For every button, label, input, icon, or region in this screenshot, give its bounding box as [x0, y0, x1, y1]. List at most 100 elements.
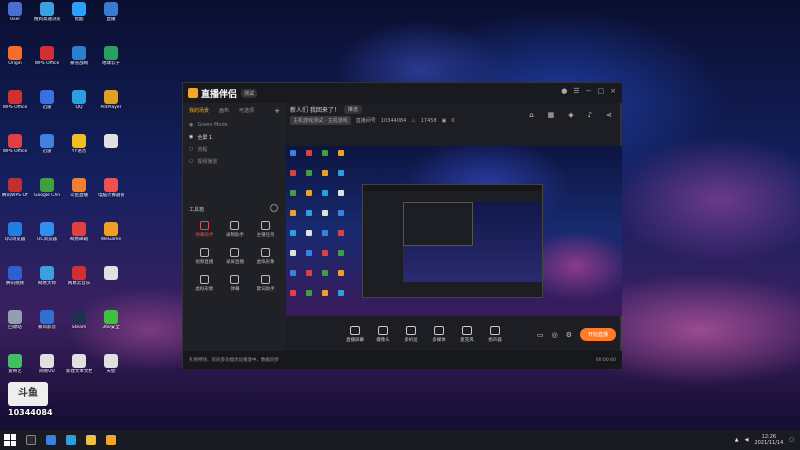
desktop-shortcut[interactable]: 电脑计算器管家	[98, 178, 124, 198]
tab-options[interactable]: 可选项	[239, 107, 254, 115]
desktop-shortcut[interactable]: 迅雷	[34, 90, 60, 110]
desktop-shortcut[interactable]: WeGame	[98, 222, 124, 242]
desktop-shortcut[interactable]: 网易UU	[34, 354, 60, 374]
version-badge[interactable]: 测试	[241, 88, 258, 98]
close-icon[interactable]: ×	[610, 87, 616, 95]
desktop-shortcut[interactable]: WPS Office	[2, 90, 28, 110]
desktop-shortcut[interactable]: Origin	[2, 46, 28, 66]
source-button[interactable]: 麦克风	[454, 326, 480, 343]
desktop-shortcut[interactable]: 优酷	[66, 2, 92, 22]
toolbox-item[interactable]: 录屏直播	[220, 248, 251, 265]
scene-item[interactable]: ◉ Green Mode	[183, 119, 286, 131]
eye-icon[interactable]: ◉	[189, 134, 193, 140]
status-time: 00:00:00	[595, 357, 616, 363]
source-button[interactable]: 多机位	[398, 326, 424, 343]
scene-item[interactable]: ○ 视频播放	[183, 155, 286, 167]
minimize-icon[interactable]: −	[586, 87, 592, 95]
tab-scenes[interactable]: 我的场景	[189, 107, 209, 115]
calendar-icon[interactable]: ▦	[548, 111, 555, 119]
scene-item[interactable]: ○ 流程	[183, 143, 286, 155]
maximize-icon[interactable]: □	[598, 87, 605, 95]
eye-icon[interactable]: ◉	[189, 122, 193, 128]
toolbox-item[interactable]: 弹幕助手	[189, 221, 220, 238]
toolbox-more-icon[interactable]	[270, 204, 278, 212]
source-button[interactable]: 多媒体	[426, 326, 452, 343]
scene-label: 全屏 1	[197, 134, 213, 141]
room-tag[interactable]: 推流	[343, 105, 362, 114]
live-companion-taskbar-icon[interactable]	[106, 435, 116, 445]
search-icon[interactable]	[26, 435, 36, 445]
volume-icon[interactable]: ◀	[745, 437, 749, 443]
app-icon	[104, 310, 118, 324]
user-avatar-icon[interactable]: ●	[561, 87, 567, 95]
preview-desktop-icon	[322, 290, 328, 296]
notification-icon[interactable]: ▢	[789, 437, 794, 443]
start-live-button[interactable]: 开始直播	[579, 328, 616, 341]
settings-icon[interactable]: ⚙	[566, 331, 572, 339]
desktop-shortcut[interactable]: QQ	[66, 90, 92, 110]
source-button[interactable]: 摄像头	[370, 326, 396, 343]
desktop-shortcut[interactable]: Google Chrome	[34, 178, 60, 198]
tab-canvas[interactable]: 画布	[219, 107, 229, 115]
desktop-shortcut[interactable]: 暴雪战网	[66, 46, 92, 66]
shield-icon[interactable]: ◈	[568, 111, 573, 119]
room-title[interactable]: 新人们 我回来了！	[290, 105, 340, 114]
tool-label: 弹幕助手	[195, 233, 214, 238]
desktop-shortcut[interactable]: 爱奇艺	[2, 354, 28, 374]
desktop-shortcut[interactable]: 网易大师	[34, 266, 60, 286]
toolbox-item[interactable]: 歌词助手	[250, 275, 281, 292]
source-button[interactable]: 直播屏幕	[342, 326, 368, 343]
edge-icon[interactable]	[66, 435, 76, 445]
folder-icon[interactable]	[86, 435, 96, 445]
menu-icon[interactable]: ☰	[573, 87, 579, 95]
desktop-shortcut[interactable]: 腾讯WPS Office	[2, 178, 28, 198]
room-category[interactable]: 主机游戏测试 · 主机游戏	[290, 116, 351, 125]
eye-icon[interactable]: ◎	[552, 331, 558, 339]
gift-icon[interactable]: ⌂	[529, 111, 533, 119]
desktop-shortcut[interactable]: 网易云音乐	[66, 266, 92, 286]
desktop-shortcut[interactable]: WPS Office	[34, 46, 60, 66]
desktop-shortcut[interactable]: 360安全	[98, 310, 124, 330]
desktop-shortcut[interactable]	[98, 266, 124, 281]
source-button[interactable]: 扬声器	[482, 326, 508, 343]
desktop-shortcut[interactable]: QQ浏览器	[2, 222, 28, 242]
source-label: 多媒体	[432, 338, 446, 343]
desktop-shortcut[interactable]: 暴风影音	[34, 310, 60, 330]
toolbox-item[interactable]: 虚拟形象	[189, 275, 220, 292]
clock[interactable]: 12:26 2021/11/14	[754, 434, 783, 446]
toolbox-item[interactable]: 虚拟形象	[250, 248, 281, 265]
toolbox-item[interactable]: 录制助手	[220, 221, 251, 238]
camera-icon[interactable]: ▭	[537, 331, 544, 339]
windows-start-icon[interactable]	[4, 434, 16, 446]
desktop-shortcut[interactable]: 迅雷	[34, 134, 60, 154]
desktop-shortcut[interactable]: WPS Office	[2, 134, 28, 154]
desktop-shortcut[interactable]: 回收站	[2, 310, 28, 330]
eye-icon[interactable]: ○	[189, 158, 193, 164]
scene-item[interactable]: ◉ 全屏 1	[183, 131, 286, 143]
desktop-shortcut[interactable]: 地球云子	[98, 46, 124, 66]
desktop-shortcut[interactable]: PotPlayer	[98, 90, 124, 110]
toolbox-item[interactable]: 主播任务	[250, 221, 281, 238]
desktop-shortcut[interactable]: 斗鱼直播	[66, 178, 92, 198]
desktop-shortcut[interactable]: 直播	[98, 2, 124, 22]
add-scene-icon[interactable]: +	[274, 107, 280, 115]
desktop-shortcut[interactable]	[98, 134, 124, 149]
desktop-shortcut[interactable]: Steam	[66, 310, 92, 330]
desktop-shortcut[interactable]: 搜狗高速浏览器	[34, 2, 60, 22]
desktop-shortcut[interactable]: 新建文本文档	[66, 354, 92, 374]
desktop-shortcut[interactable]: UC浏览器	[34, 222, 60, 242]
toolbox-item[interactable]: 弹幕	[220, 275, 251, 292]
desktop-shortcut[interactable]: YY语音	[66, 134, 92, 154]
desktop-shortcut[interactable]: 天使	[98, 354, 124, 374]
eye-icon[interactable]: ○	[189, 146, 193, 152]
share-icon[interactable]: ⋖	[606, 111, 612, 119]
app-icon	[8, 266, 22, 280]
bell-icon[interactable]: ♪	[588, 111, 592, 119]
task-view-icon[interactable]	[46, 435, 56, 445]
desktop-shortcut[interactable]: 网易邮箱	[66, 222, 92, 242]
toolbox-item[interactable]: 视频直播	[189, 248, 220, 265]
network-icon[interactable]: ▲	[735, 437, 739, 443]
desktop-shortcut[interactable]: User	[2, 2, 28, 22]
desktop-shortcut[interactable]: 腾讯视频	[2, 266, 28, 286]
stream-preview[interactable]	[286, 146, 622, 316]
